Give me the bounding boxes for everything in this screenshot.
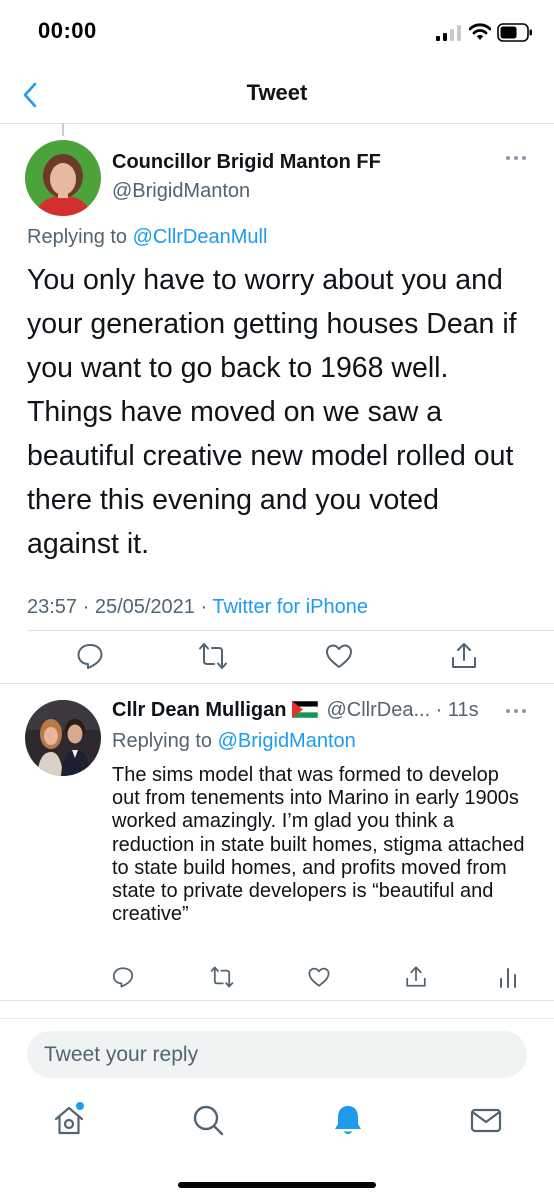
more-options-icon[interactable] — [505, 706, 527, 716]
like-icon[interactable] — [324, 641, 354, 671]
wifi-icon — [469, 23, 491, 40]
notifications-icon[interactable] — [331, 1103, 365, 1137]
nav-divider — [0, 123, 554, 124]
share-icon[interactable] — [449, 641, 479, 671]
divider — [0, 683, 554, 684]
replying-to-label: Replying to — [112, 730, 218, 752]
replying-to-handle[interactable]: @CllrDeanMull — [133, 226, 268, 248]
notification-dot — [76, 1102, 84, 1110]
search-icon[interactable] — [191, 1103, 225, 1137]
reply-text: The sims model that was formed to develo… — [112, 764, 525, 926]
replying-to-handle[interactable]: @BrigidManton — [218, 730, 356, 752]
reply-author-handle[interactable]: @CllrDea... — [326, 699, 430, 721]
divider — [27, 630, 554, 631]
like-icon[interactable] — [307, 965, 331, 989]
divider — [0, 1000, 554, 1001]
share-icon[interactable] — [404, 965, 428, 989]
tweet-timestamp: 23:57 · 25/05/2021 · — [27, 596, 213, 618]
messages-icon[interactable] — [469, 1103, 503, 1137]
cellular-signal-icon — [436, 25, 461, 41]
replying-to-label: Replying to — [27, 226, 133, 248]
thread-line — [62, 123, 64, 136]
page-title: Tweet — [246, 80, 308, 105]
author-handle[interactable]: @BrigidManton — [112, 180, 250, 203]
reply-header: Cllr Dean Mulligan @CllrDea... · 11s — [112, 699, 479, 722]
palestine-flag-icon — [292, 701, 319, 718]
reply-time: · 11s — [430, 699, 479, 721]
retweet-icon[interactable] — [210, 965, 234, 989]
home-indicator[interactable] — [178, 1182, 376, 1188]
tweet-text: You only have to worry about you and you… — [27, 264, 517, 560]
reply-icon[interactable] — [75, 641, 105, 671]
replying-to: Replying to @BrigidManton — [112, 730, 356, 753]
more-options-icon[interactable] — [505, 153, 527, 163]
reply-author-name[interactable]: Cllr Dean Mulligan — [112, 699, 286, 721]
reply-icon[interactable] — [111, 965, 135, 989]
retweet-icon[interactable] — [198, 641, 228, 671]
status-time: 00:00 — [38, 18, 97, 43]
reply-compose-placeholder[interactable]: Tweet your reply — [44, 1043, 198, 1067]
analytics-icon[interactable] — [496, 965, 520, 989]
battery-icon — [497, 23, 532, 42]
tweet-source-link[interactable]: Twitter for iPhone — [212, 596, 368, 618]
avatar[interactable] — [25, 140, 101, 216]
author-name[interactable]: Councillor Brigid Manton FF — [112, 151, 381, 174]
tweet-meta: 23:57 · 25/05/2021 · Twitter for iPhone — [27, 596, 368, 619]
replying-to: Replying to @CllrDeanMull — [27, 226, 267, 249]
avatar[interactable] — [25, 700, 101, 776]
divider — [0, 1018, 554, 1019]
